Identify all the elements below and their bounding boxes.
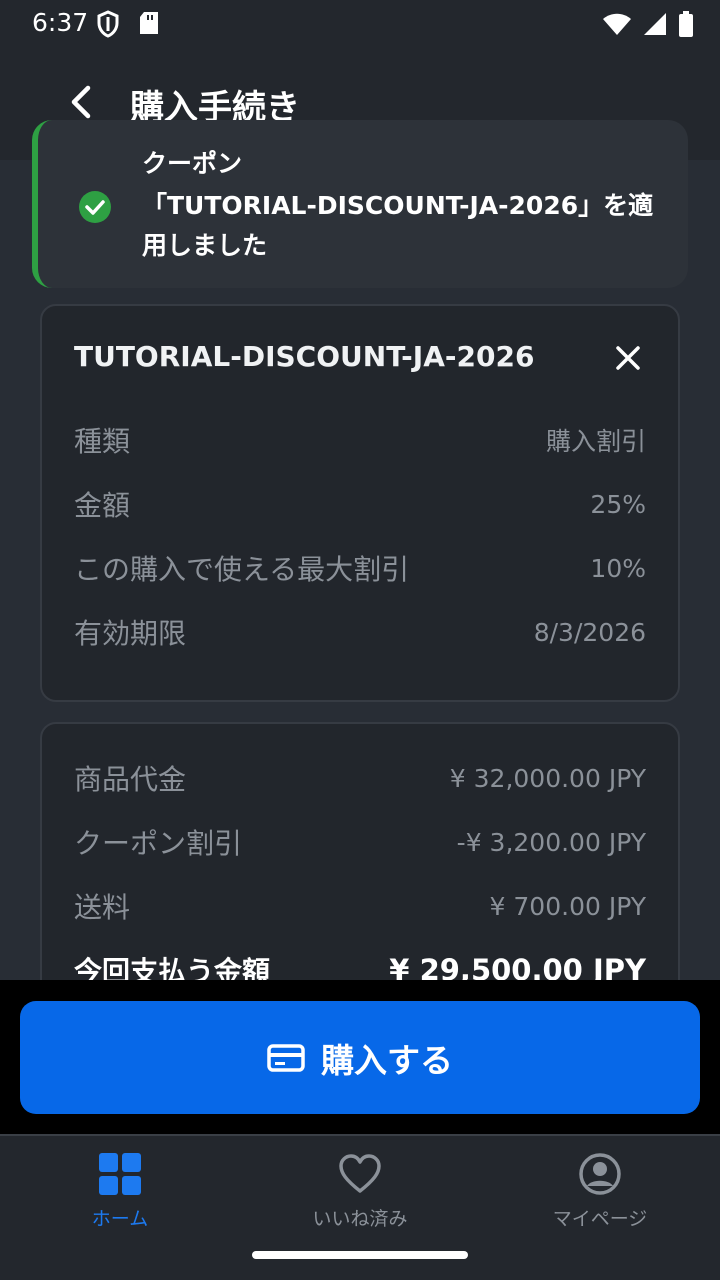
- row-label: この購入で使える最大割引: [74, 553, 410, 586]
- row-label: 有効期限: [74, 617, 187, 650]
- summary-row-coupon-discount: クーポン割引 -¥ 3,200.00 JPY: [74, 822, 646, 862]
- row-label: クーポン割引: [74, 827, 243, 860]
- coupon-row-amount: 金額 25%: [74, 484, 646, 524]
- back-button[interactable]: [60, 80, 100, 124]
- tab-label: いいね済み: [312, 1208, 408, 1230]
- tab-home[interactable]: ホーム: [20, 1152, 220, 1231]
- sd-card-icon: [140, 12, 158, 34]
- wifi-icon: [603, 13, 631, 35]
- purchase-button-label: 購入する: [321, 1040, 453, 1080]
- row-value: 8/3/2026: [533, 617, 646, 647]
- row-value: 購入割引: [545, 427, 646, 456]
- summary-row-subtotal: 商品代金 ¥ 32,000.00 JPY: [74, 758, 646, 798]
- row-value: -¥ 3,200.00 JPY: [456, 827, 646, 857]
- heart-icon: [339, 1154, 381, 1193]
- signal-icon: [644, 13, 666, 35]
- tab-label: ホーム: [91, 1208, 149, 1230]
- coupon-details-card: TUTORIAL-DISCOUNT-JA-2026 種類 購入割引 金額 25%…: [40, 304, 680, 702]
- status-right-icons: [602, 10, 694, 38]
- row-value: 10%: [590, 553, 646, 583]
- row-label: 種類: [74, 425, 131, 458]
- row-value: ¥ 32,000.00 JPY: [449, 763, 646, 793]
- row-value: 25%: [590, 489, 646, 519]
- account-icon: [579, 1153, 621, 1195]
- coupon-row-max-discount: この購入で使える最大割引 10%: [74, 548, 646, 588]
- close-icon: [616, 346, 640, 370]
- coupon-applied-toast: クーポン 「TUTORIAL-DISCOUNT-JA-2026」を適用しました: [32, 120, 688, 288]
- chevron-left-icon: [71, 85, 91, 119]
- toast-title: クーポン: [142, 149, 243, 178]
- coupon-code: TUTORIAL-DISCOUNT-JA-2026: [74, 340, 535, 373]
- row-label: 商品代金: [74, 763, 187, 796]
- toast-message: 「TUTORIAL-DISCOUNT-JA-2026」を適用しました: [142, 191, 654, 260]
- grid-icon: [99, 1153, 141, 1195]
- summary-row-shipping: 送料 ¥ 700.00 JPY: [74, 886, 646, 926]
- shield-icon: [97, 10, 119, 38]
- bottom-action-bar: 購入する: [0, 980, 720, 1134]
- tab-mypage[interactable]: マイページ: [500, 1152, 700, 1231]
- status-left-icons: [96, 10, 160, 38]
- row-label: 送料: [74, 891, 131, 924]
- purchase-button[interactable]: 購入する: [20, 1001, 700, 1114]
- status-bar: 6:37: [0, 0, 720, 50]
- credit-card-icon: [267, 1043, 305, 1072]
- row-label: 金額: [74, 489, 131, 522]
- tab-label: マイページ: [552, 1208, 648, 1230]
- coupon-row-type: 種類 購入割引: [74, 420, 646, 460]
- home-indicator[interactable]: [252, 1251, 468, 1259]
- remove-coupon-button[interactable]: [610, 340, 646, 376]
- row-value: ¥ 700.00 JPY: [489, 891, 646, 921]
- coupon-row-expiry: 有効期限 8/3/2026: [74, 612, 646, 652]
- status-time: 6:37: [32, 8, 89, 37]
- tab-liked[interactable]: いいね済み: [260, 1152, 460, 1231]
- battery-icon: [679, 11, 693, 37]
- check-circle-icon: [79, 191, 111, 223]
